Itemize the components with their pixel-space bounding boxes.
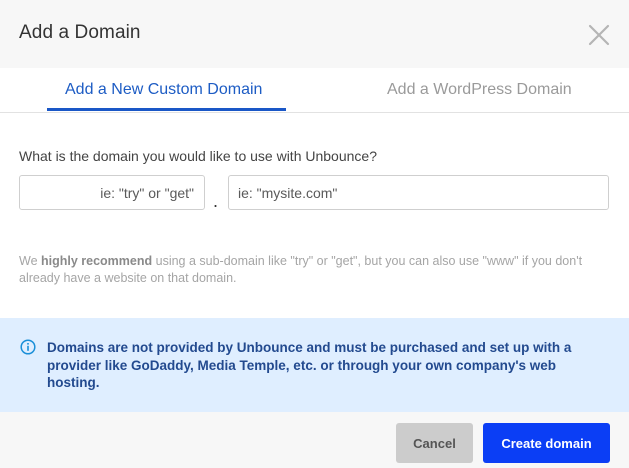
- info-banner: Domains are not provided by Unbounce and…: [0, 318, 629, 412]
- domain-question-label: What is the domain you would like to use…: [19, 148, 377, 164]
- hint-prefix: We: [19, 254, 41, 268]
- cancel-button[interactable]: Cancel: [396, 423, 473, 463]
- info-icon: [20, 339, 36, 355]
- domain-input[interactable]: [228, 175, 609, 210]
- dialog-header: Add a Domain: [0, 0, 629, 68]
- subdomain-input[interactable]: [19, 175, 205, 210]
- dialog-footer: Cancel Create domain: [0, 412, 629, 468]
- tab-custom-domain[interactable]: Add a New Custom Domain: [65, 81, 262, 99]
- create-domain-button[interactable]: Create domain: [483, 423, 610, 463]
- close-button[interactable]: [584, 20, 614, 50]
- tab-wordpress-domain[interactable]: Add a WordPress Domain: [387, 81, 572, 99]
- hint-emphasis: highly recommend: [41, 254, 153, 268]
- domain-separator: .: [213, 191, 219, 211]
- tab-bar: Add a New Custom Domain Add a WordPress …: [0, 68, 629, 113]
- active-tab-indicator: [47, 108, 286, 111]
- dialog-title: Add a Domain: [19, 22, 141, 43]
- subdomain-hint: We highly recommend using a sub-domain l…: [19, 253, 609, 287]
- add-domain-dialog: Add a Domain Add a New Custom Domain Add…: [0, 0, 629, 468]
- close-icon: [588, 24, 610, 46]
- info-banner-text: Domains are not provided by Unbounce and…: [47, 340, 572, 390]
